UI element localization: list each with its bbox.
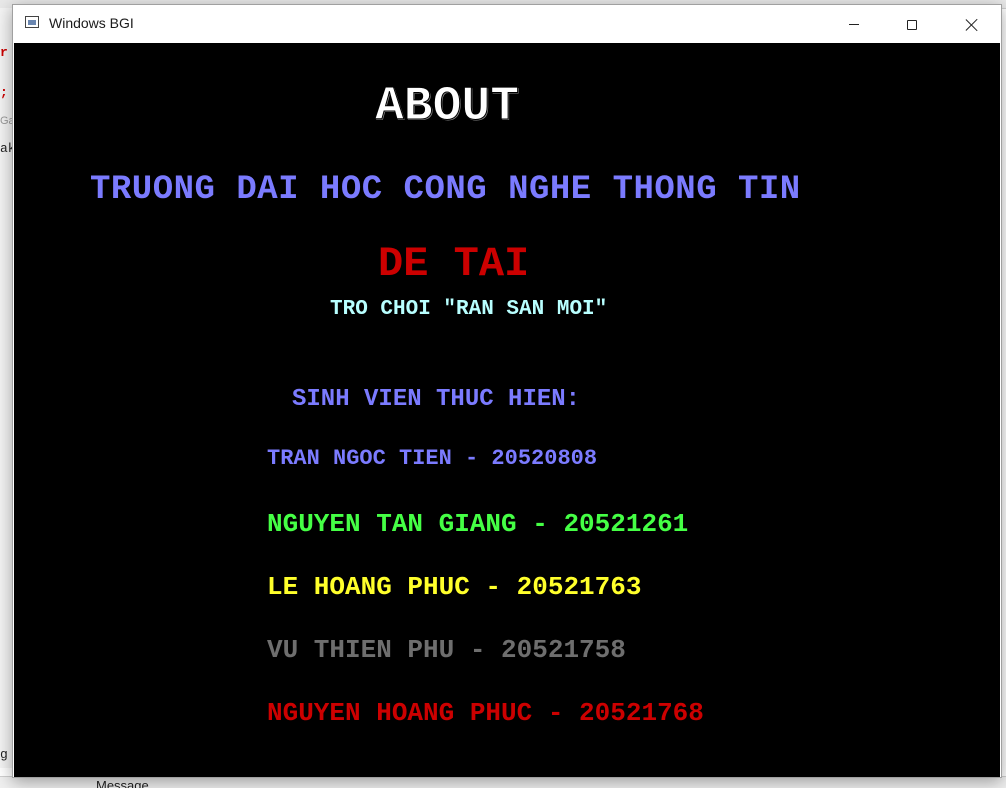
close-icon: [965, 18, 979, 32]
topic-name: TRO CHOI "RAN SAN MOI": [330, 298, 608, 321]
member-entry: NGUYEN TAN GIANG - 20521261: [267, 509, 689, 539]
bgi-window-icon-inner: [28, 20, 36, 25]
background-code-fragment: g: [0, 747, 8, 762]
maximize-button[interactable]: [883, 5, 941, 43]
window-title: Windows BGI: [49, 15, 134, 31]
member-entry: NGUYEN HOANG PHUC - 20521768: [267, 698, 704, 728]
close-button[interactable]: [943, 5, 1001, 43]
members-heading: SINH VIEN THUC HIEN:: [292, 386, 581, 413]
member-entry: TRAN NGOC TIEN - 20520808: [267, 446, 598, 471]
bgi-window-icon: [25, 16, 39, 28]
background-code-fragment: r: [0, 45, 8, 60]
window-titlebar[interactable]: Windows BGI: [13, 5, 1001, 43]
member-entry: VU THIEN PHU - 20521758: [267, 635, 626, 665]
background-code-fragment: ;: [0, 85, 8, 100]
university-name: TRUONG DAI HOC CONG NGHE THONG TIN: [90, 171, 801, 209]
background-message-label: Message: [96, 778, 149, 788]
about-title: ABOUT: [374, 80, 520, 134]
bgi-window: Windows BGI ABOUT TRUONG DAI HOC CONG NG…: [12, 4, 1002, 778]
topic-label: DE TAI: [378, 240, 530, 288]
minimize-button[interactable]: [825, 5, 883, 43]
minimize-icon: [849, 24, 859, 25]
member-entry: LE HOANG PHUC - 20521763: [267, 572, 642, 602]
maximize-icon: [907, 19, 917, 30]
bgi-canvas: ABOUT TRUONG DAI HOC CONG NGHE THONG TIN…: [14, 43, 1000, 777]
